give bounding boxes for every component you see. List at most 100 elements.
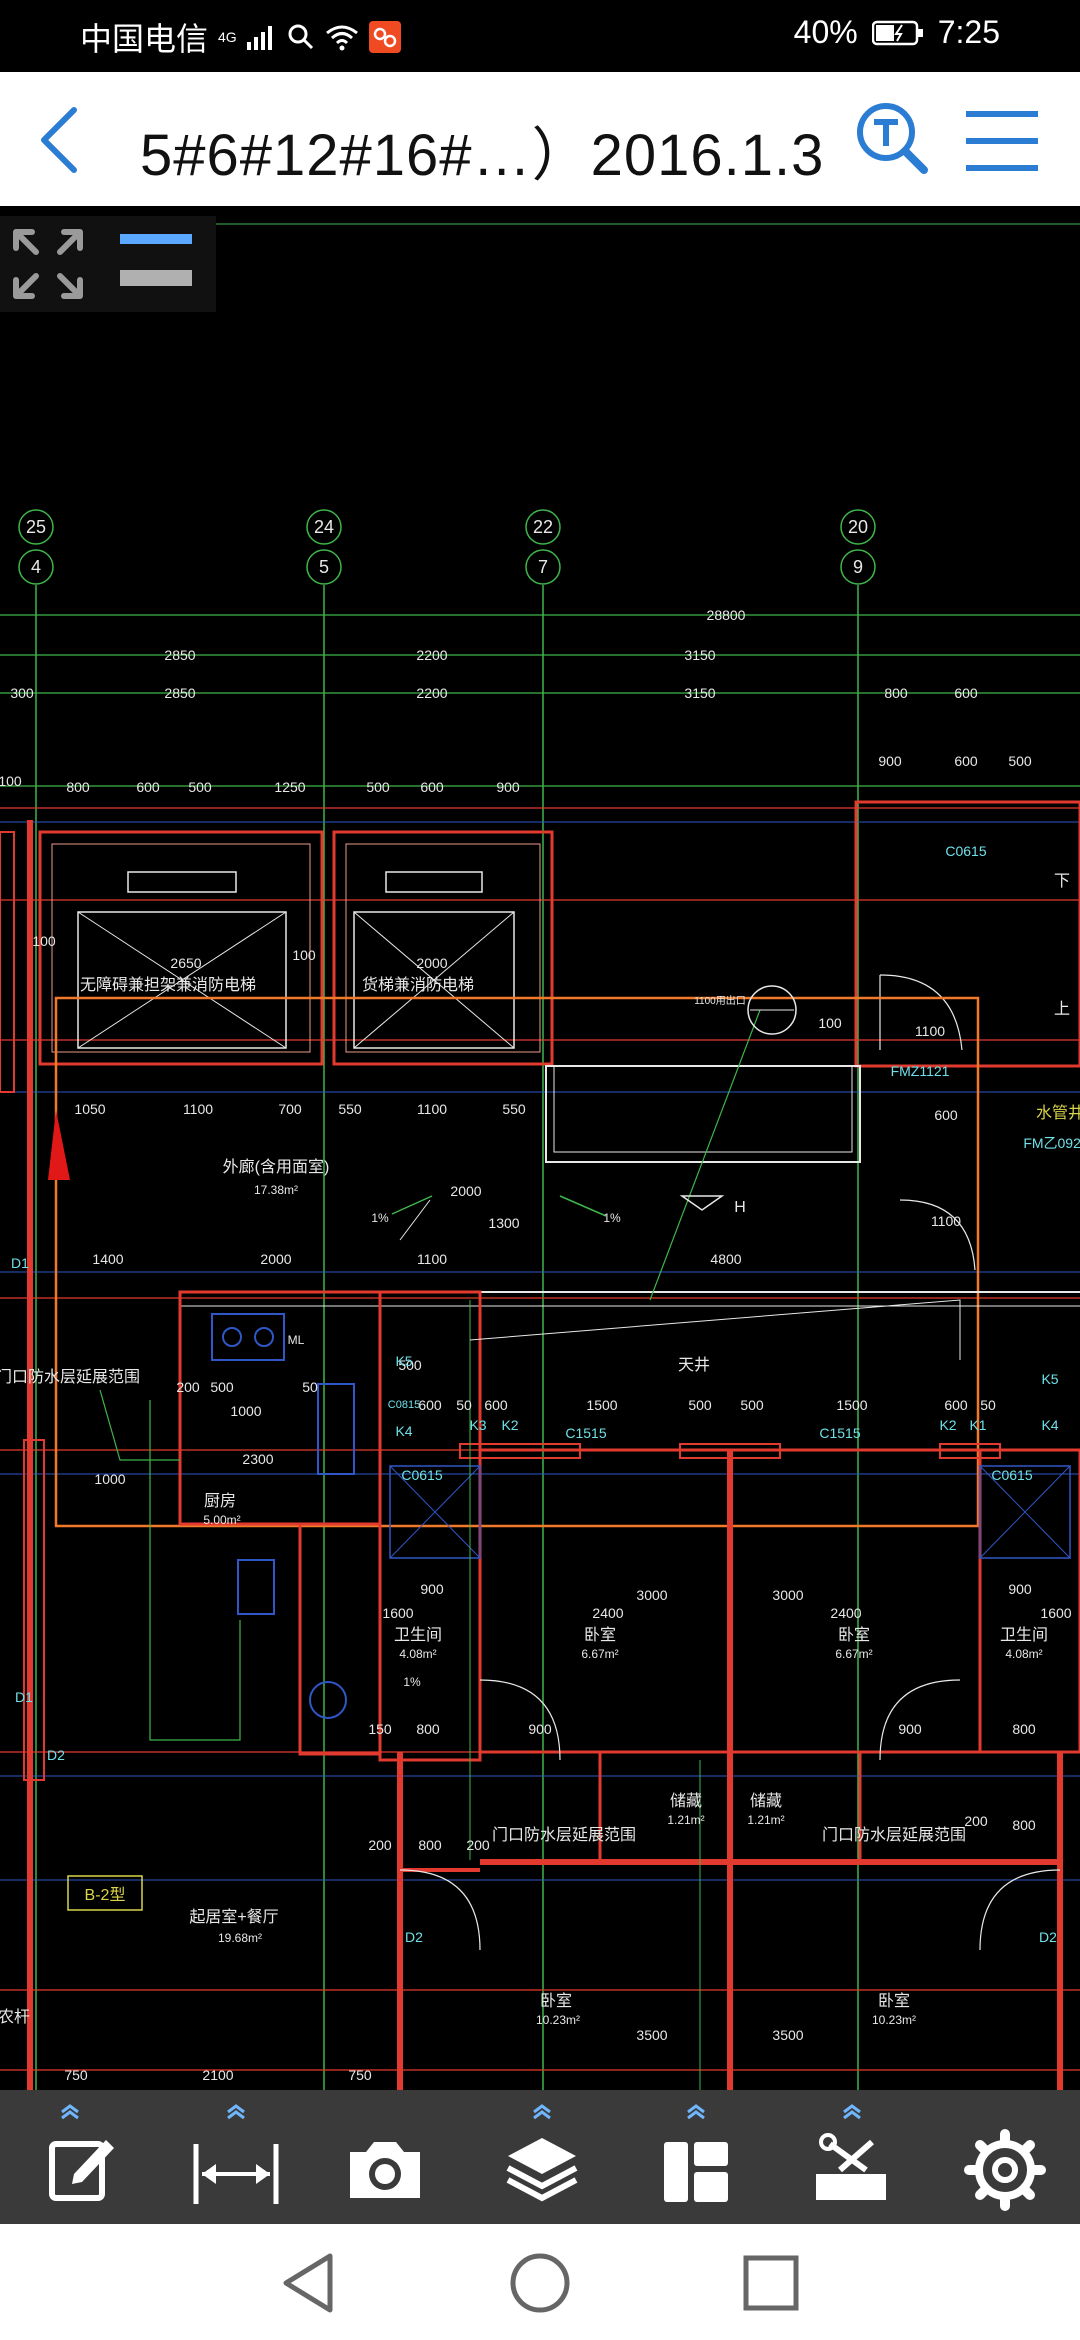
window-code: C0615 (945, 843, 986, 859)
d-mark: D2 (1039, 1929, 1057, 1945)
axis-label: 7 (538, 557, 548, 577)
k-mark: K2 (501, 1417, 518, 1433)
dim-text: 900 (420, 1581, 444, 1597)
dim-text: 2200 (416, 647, 447, 663)
fullscreen-icon[interactable] (8, 224, 88, 304)
dim-text: 2200 (416, 685, 447, 701)
status-left: 中国电信 4G (80, 14, 401, 60)
dim-text: 2850 (164, 685, 195, 701)
room-label: 水管井 (1036, 1104, 1080, 1122)
room-area: 19.68m² (218, 1931, 262, 1945)
room-label: 卧室 (838, 1626, 870, 1644)
dim-text: 50 (980, 1397, 996, 1413)
note-label: 门口防水层延展范围 (822, 1826, 966, 1844)
cad-drawing-canvas[interactable]: 25 4 24 5 22 7 20 9 28800 2850 2200 3150… (0, 206, 1080, 2090)
dim-text: 200 (176, 1379, 200, 1395)
dim-text: 600 (418, 1397, 442, 1413)
dim-text: 100 (0, 773, 22, 789)
dim-text: 600 (944, 1397, 968, 1413)
dim-text: 3150 (684, 647, 715, 663)
drawing-title: 5#6#12#16#…）2016.1.3 (140, 123, 825, 188)
dim-text: 100 (32, 933, 56, 949)
slope-mark: 1% (371, 1211, 389, 1225)
layer-toggle-gray[interactable] (120, 270, 192, 286)
dim-text: 750 (64, 2067, 88, 2083)
layer-toggle-blue[interactable] (120, 234, 192, 244)
back-arrow-icon[interactable] (26, 100, 96, 180)
camera-icon[interactable] (330, 2104, 440, 2214)
dim-text: 600 (420, 779, 444, 795)
axis-label: 9 (853, 557, 863, 577)
axis-label: 24 (314, 517, 334, 537)
window-code: C0615 (991, 1467, 1032, 1483)
stair-down: 下 (1054, 873, 1070, 890)
door-code: FM乙0920 (1023, 1135, 1080, 1151)
dim-text: 300 (10, 685, 34, 701)
dim-text: 3500 (636, 2027, 667, 2043)
wifi-icon (325, 25, 358, 51)
nav-back-icon[interactable] (272, 2246, 346, 2320)
layers-icon[interactable] (486, 2104, 596, 2214)
status-right: 40% 7:25 (794, 14, 1000, 51)
cut-label: 农杆 (0, 2008, 30, 2026)
window-code: C0615 (401, 1467, 442, 1483)
slope-mark: 1% (403, 1675, 421, 1689)
room-label: 无障碍兼担架兼消防电梯 (80, 976, 256, 994)
d-mark: D2 (47, 1747, 65, 1763)
room-area: 6.67m² (835, 1647, 872, 1661)
nav-recents-icon[interactable] (734, 2246, 808, 2320)
layout-icon[interactable] (640, 2104, 750, 2214)
dim-text: 500 (188, 779, 212, 795)
menu-icon[interactable] (962, 106, 1042, 176)
dim-text: 2400 (592, 1605, 623, 1621)
room-label: 卧室 (878, 1992, 910, 2010)
door-code: FMZ1121 (891, 1063, 950, 1079)
room-label: 货梯兼消防电梯 (362, 976, 474, 994)
room-area: 4.08m² (399, 1647, 436, 1661)
dim-text: 700 (278, 1101, 302, 1117)
system-nav-bar (0, 2224, 1080, 2340)
stair-up: 上 (1054, 1000, 1070, 1018)
note-label: 门口防水层延展范围 (492, 1826, 636, 1844)
room-label: 卧室 (584, 1626, 616, 1644)
d-mark: D1 (15, 1689, 33, 1705)
dim-text: 1300 (488, 1215, 519, 1231)
k-mark: K2 (939, 1417, 956, 1433)
dim-text: 900 (496, 779, 520, 795)
dim-text: 800 (1012, 1721, 1036, 1737)
text-search-icon[interactable] (852, 98, 932, 178)
dim-text: 2000 (450, 1183, 481, 1199)
nav-home-icon[interactable] (503, 2246, 577, 2320)
dim-text: 200 (466, 1837, 490, 1853)
axis-label: 4 (31, 557, 41, 577)
dim-text: 800 (66, 779, 90, 795)
axis-label: 5 (319, 557, 329, 577)
room-area: 4.08m² (1005, 1647, 1042, 1661)
tools-icon[interactable] (796, 2104, 906, 2214)
dim-text: 1000 (230, 1403, 261, 1419)
settings-icon[interactable] (950, 2104, 1060, 2214)
edit-icon[interactable] (22, 2104, 132, 2214)
k-mark: K5 (1041, 1371, 1058, 1387)
k-mark: K1 (969, 1417, 986, 1433)
clock: 7:25 (937, 14, 1000, 50)
axis-label: 20 (848, 517, 868, 537)
dim-text: 2000 (260, 1251, 291, 1267)
room-area: 1.21m² (667, 1813, 704, 1827)
dim-text: 600 (934, 1107, 958, 1123)
carrier-label: 中国电信 (80, 21, 209, 57)
dim-text: 1100 (931, 1213, 961, 1229)
window-code: C1515 (565, 1425, 606, 1441)
dim-text: 600 (954, 685, 978, 701)
search-status-icon (288, 24, 313, 50)
dim-text: 2100 (202, 2067, 233, 2083)
measure-icon[interactable] (180, 2104, 290, 2214)
dim-text: 1100 (417, 1251, 447, 1267)
dim-text: 500 (740, 1397, 764, 1413)
type-tag: B-2型 (85, 1886, 126, 1904)
room-area: 5.00m² (203, 1513, 240, 1527)
cad-drawing[interactable]: 25 4 24 5 22 7 20 9 28800 2850 2200 3150… (0, 206, 1080, 2090)
dim-text: 150 (368, 1721, 392, 1737)
room-area: 10.23m² (872, 2013, 916, 2027)
dim-text: 800 (416, 1721, 440, 1737)
